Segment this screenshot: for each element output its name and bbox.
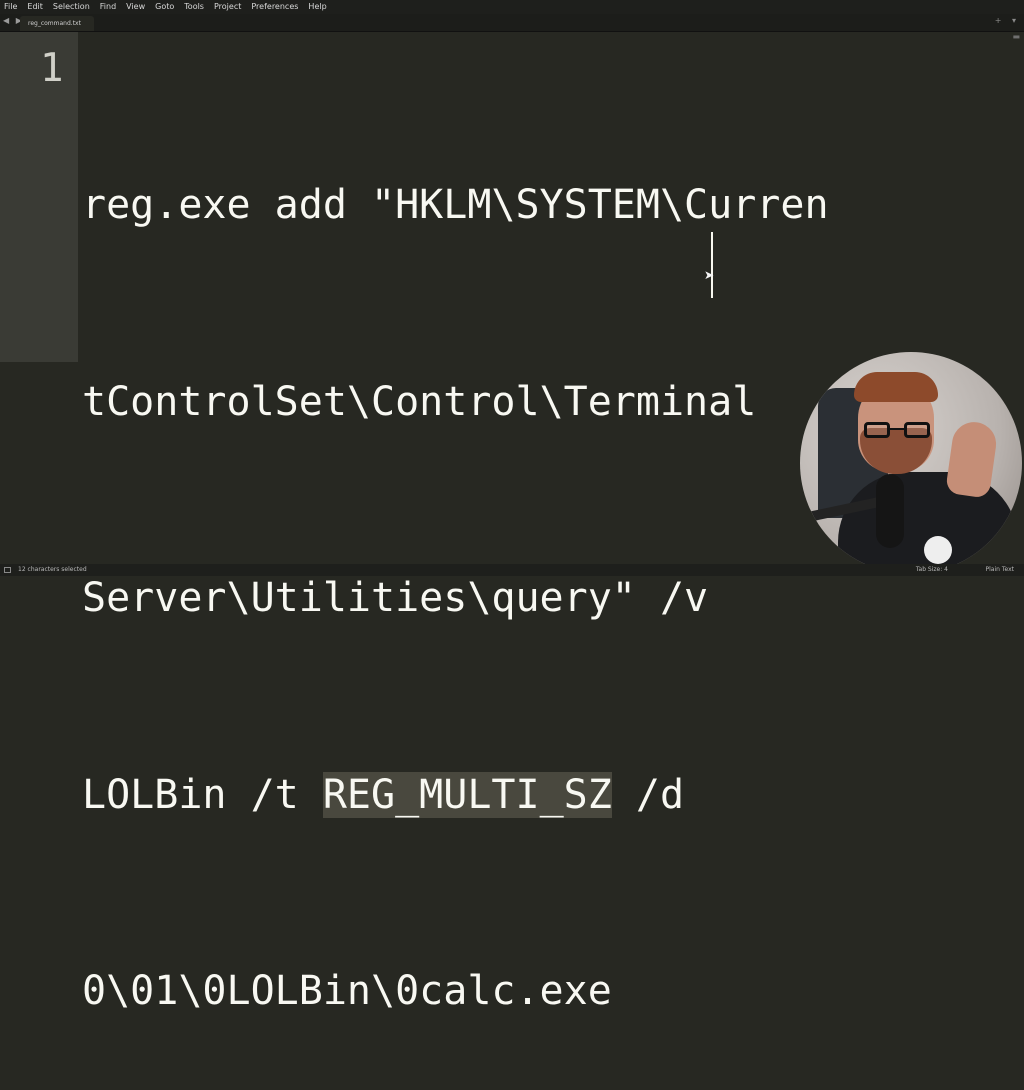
mouse-pointer-icon: ➤	[704, 268, 715, 282]
tab-bar: ◀ ▶ reg_command.txt + ▾	[0, 14, 1024, 32]
menu-file[interactable]: File	[0, 0, 22, 14]
tab-size-indicator[interactable]: Tab Size: 4	[916, 564, 948, 576]
menu-bar: File Edit Selection Find View Goto Tools…	[0, 0, 1024, 14]
left-lens	[864, 422, 890, 438]
panel-toggle-icon[interactable]	[4, 567, 11, 573]
menu-help[interactable]: Help	[303, 0, 331, 14]
menu-preferences[interactable]: Preferences	[246, 0, 303, 14]
minimap-marker-icon: ▬	[1012, 32, 1020, 41]
code-line-suffix: /d	[611, 771, 685, 818]
menu-edit[interactable]: Edit	[22, 0, 48, 14]
selection-status: 12 characters selected	[18, 566, 87, 573]
selected-text: REG_MULTI_SZ	[322, 771, 612, 818]
menu-goto[interactable]: Goto	[150, 0, 179, 14]
tab-label: reg_command.txt	[28, 20, 81, 27]
code-line: tControlSet\Control\Terminal	[82, 378, 757, 425]
text-cursor	[711, 232, 713, 298]
syntax-indicator[interactable]: Plain Text	[986, 564, 1014, 576]
menu-selection[interactable]: Selection	[48, 0, 95, 14]
glasses-bridge	[890, 428, 904, 430]
shirt-logo-icon	[924, 536, 952, 564]
tab-controls-icon[interactable]: + ▾	[995, 16, 1020, 25]
menu-tools[interactable]: Tools	[179, 0, 209, 14]
line-number: 1	[40, 46, 64, 91]
code-line: reg.exe add "HKLM\SYSTEM\Curren	[82, 182, 829, 228]
glasses-icon	[864, 422, 930, 440]
presenter-hair	[854, 372, 938, 402]
status-bar: 12 characters selected Tab Size: 4 Plain…	[0, 564, 1024, 576]
webcam-overlay	[800, 352, 1022, 574]
tab-reg-command[interactable]: reg_command.txt	[20, 16, 94, 31]
line-gutter	[0, 32, 78, 362]
menu-project[interactable]: Project	[209, 0, 246, 14]
code-line-prefix: LOLBin /t	[82, 771, 323, 818]
code-line: 0\01\0LOLBin\0calc.exe	[82, 968, 612, 1014]
code-line: LOLBin /t REG_MULTI_SZ /d	[82, 763, 829, 829]
right-lens	[904, 422, 930, 438]
microphone-icon	[876, 474, 904, 548]
menu-view[interactable]: View	[121, 0, 150, 14]
menu-find[interactable]: Find	[95, 0, 121, 14]
